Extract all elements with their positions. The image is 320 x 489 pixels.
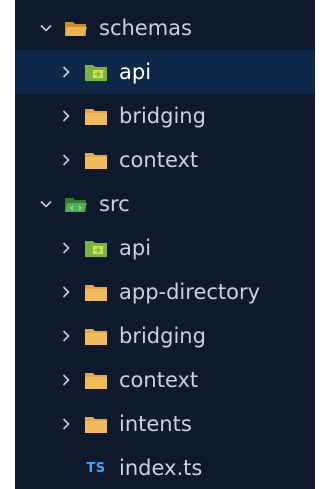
- folder-icon: [83, 325, 109, 347]
- chevron-right-icon[interactable]: [55, 149, 77, 171]
- chevron-right-icon[interactable]: [55, 413, 77, 435]
- tree-item-api[interactable]: api: [15, 226, 315, 270]
- tree-item-label: bridging: [119, 324, 206, 348]
- tree-item-label: app-directory: [119, 280, 261, 304]
- tree-item-bridging[interactable]: bridging: [15, 314, 315, 358]
- tree-item-intents[interactable]: intents: [15, 402, 315, 446]
- tree-item-context[interactable]: context: [15, 358, 315, 402]
- tree-item-bridging[interactable]: bridging: [15, 94, 315, 138]
- folder-icon: [83, 369, 109, 391]
- tree-item-label: src: [99, 192, 130, 216]
- tree-item-src[interactable]: src: [15, 182, 315, 226]
- tree-item-label: context: [119, 368, 199, 392]
- tree-item-context[interactable]: context: [15, 138, 315, 182]
- file-tree: schemas api bridging context src api app…: [15, 6, 315, 489]
- folder-icon: [83, 413, 109, 435]
- chevron-down-icon[interactable]: [35, 17, 57, 39]
- tree-item-index-ts[interactable]: TS index.ts: [15, 446, 315, 489]
- tree-item-label: index.ts: [119, 456, 203, 480]
- tree-item-label: intents: [119, 412, 192, 436]
- chevron-right-icon[interactable]: [55, 61, 77, 83]
- folder-icon: [83, 105, 109, 127]
- tree-item-app-directory[interactable]: app-directory: [15, 270, 315, 314]
- chevron-right-icon[interactable]: [55, 237, 77, 259]
- tree-item-label: context: [119, 148, 199, 172]
- tree-item-schemas[interactable]: schemas: [15, 6, 315, 50]
- folder-api-icon: [83, 237, 109, 259]
- chevron-down-icon[interactable]: [35, 193, 57, 215]
- tree-item-label: api: [119, 236, 152, 260]
- file-explorer-panel: schemas api bridging context src api app…: [15, 0, 315, 489]
- chevron-right-icon[interactable]: [55, 325, 77, 347]
- folder-api-icon: [83, 61, 109, 83]
- chevron-right-icon[interactable]: [55, 105, 77, 127]
- folder-icon: [83, 281, 109, 303]
- folder-src-open-icon: [63, 193, 89, 215]
- tree-item-label: schemas: [99, 16, 192, 40]
- tree-item-label: bridging: [119, 104, 206, 128]
- chevron-right-icon[interactable]: [55, 369, 77, 391]
- tree-item-label: api: [119, 60, 152, 84]
- chevron-right-icon[interactable]: [55, 281, 77, 303]
- typescript-file-icon: TS: [86, 460, 106, 476]
- folder-icon: [83, 149, 109, 171]
- tree-item-api[interactable]: api: [15, 50, 315, 94]
- folder-open-icon: [63, 17, 89, 39]
